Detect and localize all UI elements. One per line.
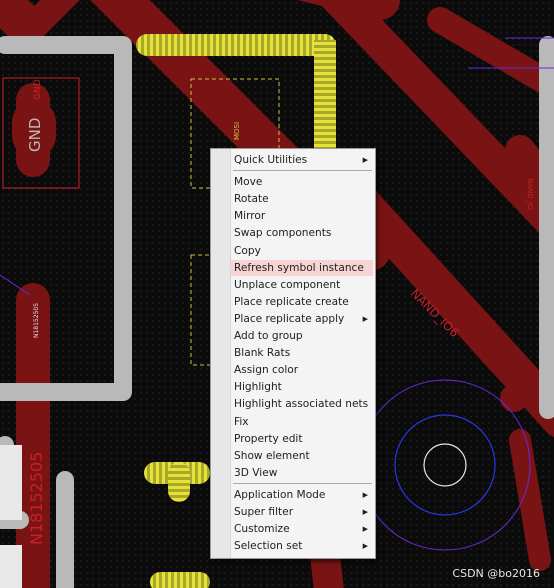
menu-separator	[233, 482, 372, 484]
menu-separator	[233, 170, 372, 172]
menu-item-place-replicate-create[interactable]: Place replicate create	[231, 294, 373, 310]
menu-item-super-filter[interactable]: Super filter ▶	[231, 504, 373, 520]
menu-item-highlight-associated-nets[interactable]: Highlight associated nets	[231, 396, 373, 412]
menu-item-copy[interactable]: Copy	[231, 243, 373, 259]
menu-item-property-edit[interactable]: Property edit	[231, 431, 373, 447]
menu-item-3d-view[interactable]: 3D View	[231, 465, 373, 481]
label-net-small: N18152505	[33, 303, 40, 338]
mount-hole-ring	[394, 414, 496, 516]
menu-item-show-element[interactable]: Show element	[231, 448, 373, 464]
label-net-big: N18152505	[27, 452, 46, 545]
menu-item-assign-color[interactable]: Assign color	[231, 362, 373, 378]
menu-item-quick-utilities[interactable]: Quick Utilities ▶	[231, 152, 373, 168]
trace-yellow	[150, 572, 210, 588]
submenu-arrow-icon: ▶	[362, 156, 368, 164]
trace-red	[427, 7, 554, 102]
silk-block	[0, 445, 22, 520]
label-gnd-small: GND	[33, 79, 43, 100]
submenu-arrow-icon: ▶	[362, 525, 368, 534]
watermark: CSDN @bo2016	[452, 567, 540, 580]
trace-yellow	[136, 34, 336, 56]
menu-item-move[interactable]: Move	[231, 174, 373, 190]
trace-red	[16, 0, 80, 44]
menu-item-add-to-group[interactable]: Add to group	[231, 328, 373, 344]
label-mosi: MOSI	[233, 122, 241, 140]
menu-item-application-mode[interactable]: Application Mode ▶	[231, 487, 373, 503]
menu-icon-gutter	[211, 149, 231, 558]
menu-item-rotate[interactable]: Rotate	[231, 191, 373, 207]
submenu-arrow-icon: ▶	[362, 490, 368, 499]
menu-item-refresh-symbol-instance[interactable]: Refresh symbol instance	[231, 259, 373, 276]
menu-item-unplace-component[interactable]: Unplace component	[231, 277, 373, 293]
submenu-arrow-icon: ▶	[362, 314, 368, 323]
trace-red	[342, 182, 554, 437]
label-right-vertical: NAND_IO	[526, 178, 534, 210]
trace-yellow	[168, 462, 190, 502]
via-red	[500, 384, 528, 412]
trace-yellow	[314, 40, 336, 160]
menu-item-blank-rats[interactable]: Blank Rats	[231, 345, 373, 361]
menu-item-mirror[interactable]: Mirror	[231, 208, 373, 224]
menu-item-place-replicate-apply[interactable]: Place replicate apply ▶	[231, 311, 373, 327]
submenu-arrow-icon: ▶	[362, 508, 368, 516]
silkscreen-shapes	[0, 445, 22, 588]
mount-hole	[423, 443, 467, 487]
label-gnd-big: GND	[26, 118, 44, 152]
menu-item-fix[interactable]: Fix	[231, 414, 373, 430]
menu-item-customize[interactable]: Customize ▶	[231, 521, 373, 537]
menu-item-highlight[interactable]: Highlight	[231, 379, 373, 395]
context-menu: Quick Utilities ▶ Move Rotate Mirror Swap com…	[210, 148, 376, 559]
silk-block	[0, 545, 22, 588]
submenu-arrow-icon: ▶	[362, 542, 368, 551]
menu-item-swap-components[interactable]: Swap components	[231, 225, 373, 241]
menu-item-selection-set[interactable]: Selection set ▶	[231, 538, 373, 554]
